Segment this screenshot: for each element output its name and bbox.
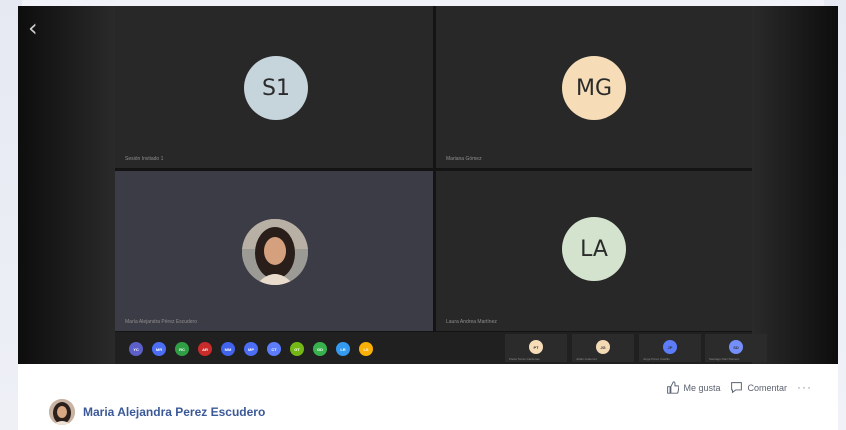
participant-photo	[242, 219, 308, 285]
participant-chip[interactable]: YC	[129, 342, 143, 356]
participant-mini-tile[interactable]: SD Santiago Díaz Romero	[705, 334, 767, 362]
participant-chip[interactable]: MR	[152, 342, 166, 356]
participant-tile-2[interactable]: MG Mariana Gómez	[436, 6, 752, 168]
participant-name: Paola Torres Cárdenas	[509, 357, 540, 361]
comment-label: Comentar	[747, 382, 787, 393]
like-label: Me gusta	[683, 382, 721, 393]
participant-chip[interactable]: LR	[336, 342, 350, 356]
participant-chip: PT	[529, 340, 543, 354]
participant-avatar: LA	[562, 217, 626, 281]
participant-chip[interactable]: GT	[290, 342, 304, 356]
participant-name: Laura Andrea Martínez	[446, 319, 497, 325]
participant-tile-3[interactable]: María Alejandra Pérez Escudero	[115, 171, 433, 331]
participant-mini-tile[interactable]: PT Paola Torres Cárdenas	[505, 334, 567, 362]
chevron-left-icon[interactable]: ‹	[28, 16, 38, 40]
meeting-screenshot[interactable]: ‹ S1 Sesión Invitado 1 MG Mariana Gómez …	[18, 6, 838, 364]
participant-chips: YC MR RC AR MM MP CT GT GD LR LS	[129, 342, 373, 356]
participant-name: María Alejandra Pérez Escudero	[125, 319, 197, 325]
participant-chip[interactable]: GD	[313, 342, 327, 356]
participant-mini-tile[interactable]: JP Jorge Pérez Castillo	[639, 334, 701, 362]
avatar[interactable]	[49, 399, 75, 425]
facebook-post: ‹ S1 Sesión Invitado 1 MG Mariana Gómez …	[18, 6, 838, 430]
participant-chip[interactable]: RC	[175, 342, 189, 356]
participant-name: Santiago Díaz Romero	[709, 357, 740, 361]
thumbs-up-icon	[667, 381, 680, 394]
comment-icon	[731, 382, 743, 394]
participant-name: Mariana Gómez	[446, 156, 482, 162]
video-side-shade-left	[18, 6, 115, 364]
participant-mini-tile[interactable]: JG Julián Gutiérrez	[572, 334, 634, 362]
participant-chip[interactable]: MM	[221, 342, 235, 356]
comment-button[interactable]: Comentar	[730, 381, 787, 394]
more-options-icon[interactable]: ···	[797, 381, 812, 393]
participant-tile-1[interactable]: S1 Sesión Invitado 1	[115, 6, 433, 168]
participant-name: Sesión Invitado 1	[125, 156, 164, 162]
participant-chip[interactable]: MP	[244, 342, 258, 356]
participant-name: Julián Gutiérrez	[576, 357, 598, 361]
participant-chip: JG	[596, 340, 610, 354]
author-name[interactable]: Maria Alejandra Perez Escudero	[83, 405, 265, 419]
like-button[interactable]: Me gusta	[666, 381, 720, 394]
video-side-shade-right	[752, 6, 838, 364]
participant-chip: SD	[729, 340, 743, 354]
participant-chip[interactable]: CT	[267, 342, 281, 356]
participant-chip[interactable]: AR	[198, 342, 212, 356]
participant-avatar: S1	[244, 56, 308, 120]
participant-chip[interactable]: LS	[359, 342, 373, 356]
post-actions: Me gusta Comentar ···	[666, 381, 812, 394]
participant-name: Jorge Pérez Castillo	[643, 357, 670, 361]
participant-avatar: MG	[562, 56, 626, 120]
participant-tile-4[interactable]: LA Laura Andrea Martínez	[436, 171, 752, 331]
participant-strip: YC MR RC AR MM MP CT GT GD LR LS PT Paola Torres Cá…	[115, 332, 767, 364]
participant-chip: JP	[663, 340, 677, 354]
post-author: Maria Alejandra Perez Escudero	[49, 399, 265, 425]
